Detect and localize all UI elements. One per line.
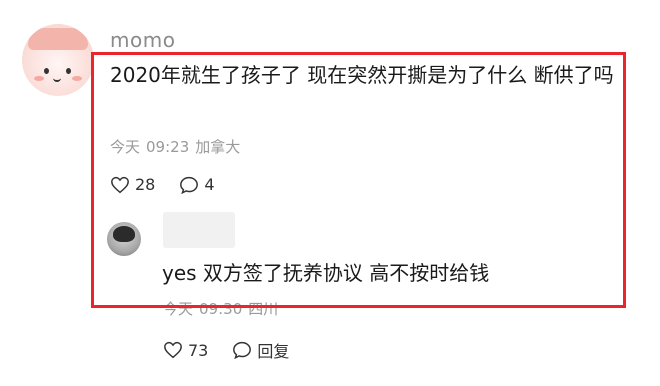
like-button[interactable]: 28 — [110, 175, 155, 194]
comment-location: 加拿大 — [195, 138, 241, 156]
reply-meta: 今天 09:30 四川 — [163, 298, 284, 319]
reply-button[interactable]: 回复 — [232, 338, 289, 362]
comment-text: 2020年就生了孩子了 现在突然开撕是为了什么 断供了吗 — [110, 63, 614, 87]
comment-actions: 28 4 — [110, 175, 233, 194]
reply-location: 四川 — [248, 300, 279, 318]
comment-time: 09:23 — [146, 138, 190, 156]
comment-meta: 今天 09:23 加拿大 — [110, 136, 246, 157]
reply-button-label: 回复 — [257, 342, 290, 361]
replier-username-blurred — [163, 212, 235, 248]
reply-day: 今天 — [163, 300, 194, 318]
commenter-username[interactable]: momo — [110, 28, 175, 52]
reply-like-count: 73 — [188, 340, 209, 360]
like-count: 28 — [135, 175, 156, 194]
comment-bubble-icon — [180, 176, 199, 194]
reply-count-button[interactable]: 4 — [179, 175, 215, 194]
commenter-avatar[interactable] — [22, 24, 94, 96]
reply-time: 09:30 — [199, 300, 243, 318]
comment-day: 今天 — [110, 138, 141, 156]
reply-like-button[interactable]: 73 — [163, 341, 208, 360]
replier-avatar[interactable] — [107, 222, 141, 256]
reply-text: yes 双方签了抚养协议 高不按时给钱 — [162, 261, 490, 285]
reply-actions: 73 回复 — [163, 338, 307, 362]
heart-icon — [164, 341, 182, 359]
heart-icon — [111, 176, 129, 193]
comment-bubble-icon — [233, 341, 252, 359]
reply-count: 4 — [204, 175, 215, 194]
